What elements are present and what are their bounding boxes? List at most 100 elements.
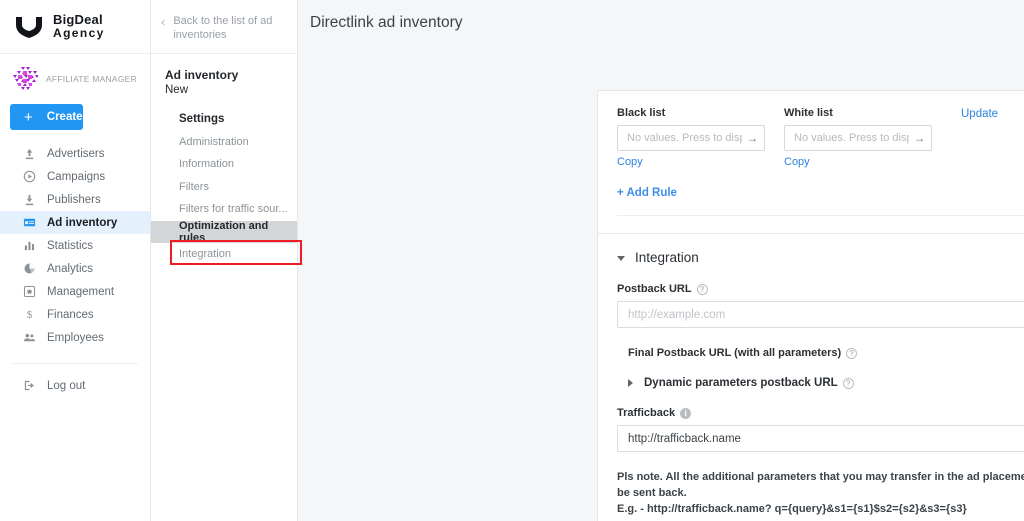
question-circle-icon[interactable]: ? xyxy=(846,348,857,359)
upload-arrow-icon xyxy=(22,147,36,161)
sidebar-item-label: Publishers xyxy=(47,194,101,206)
chevron-left-icon: ‹ xyxy=(161,15,165,28)
sidebar-item-advertisers[interactable]: Advertisers xyxy=(0,142,150,165)
postback-url-input[interactable] xyxy=(617,301,1024,328)
arrow-right-icon: → xyxy=(913,131,924,145)
subnav-subtitle: New xyxy=(165,84,297,96)
trafficback-input[interactable] xyxy=(617,425,1024,452)
sidebar-item-publishers[interactable]: Publishers xyxy=(0,188,150,211)
postback-field: Postback URL ? Final Postback URL (with … xyxy=(598,283,1024,452)
sidebar-item-label: Campaigns xyxy=(47,171,105,183)
sidebar-item-employees[interactable]: Employees xyxy=(0,326,150,349)
subnav-item-filters-traffic-sources[interactable]: Filters for traffic sour... xyxy=(151,198,297,221)
question-circle-icon[interactable]: ? xyxy=(697,284,708,295)
lists-row: Black list No values. Press to displ... … xyxy=(617,107,1024,170)
update-link[interactable]: Update xyxy=(961,108,998,170)
black-list-column: Black list No values. Press to displ... … xyxy=(617,107,784,170)
svg-text:$: $ xyxy=(26,309,31,321)
final-postback-url-label: Final Postback URL (with all parameters)… xyxy=(628,347,1024,359)
back-to-list-label: Back to the list of ad inventories xyxy=(173,14,287,42)
sidebar-item-label: Analytics xyxy=(47,263,93,275)
black-list-input[interactable]: No values. Press to displ... → xyxy=(617,125,765,151)
download-arrow-icon xyxy=(22,193,36,207)
subnav-item-filters[interactable]: Filters xyxy=(151,176,297,199)
sidebar-item-label: Finances xyxy=(47,309,94,321)
subnav-title: Ad inventory xyxy=(165,68,297,82)
app-root: BigDeal Agency xyxy=(0,0,1024,521)
rules-divider xyxy=(617,215,1024,216)
sidebar-item-management[interactable]: Management xyxy=(0,280,150,303)
subnav-list: Settings Administration Information Filt… xyxy=(151,108,297,266)
postback-url-label: Postback URL ? xyxy=(617,283,1024,295)
black-list-label: Black list xyxy=(617,107,784,119)
caret-right-icon xyxy=(628,379,633,387)
question-circle-icon[interactable]: ? xyxy=(843,378,854,389)
integration-section-header[interactable]: Integration xyxy=(598,234,1024,265)
subnav-item-label: Integration xyxy=(179,248,231,260)
trafficback-note-line2: E.g. - http://trafficback.name? q={query… xyxy=(617,501,1024,517)
integration-section-title: Integration xyxy=(635,250,699,265)
sidebar-item-finances[interactable]: $ Finances xyxy=(0,303,150,326)
sidebar-create-button[interactable]: + Create xyxy=(10,104,83,130)
identicon-avatar xyxy=(12,66,38,92)
subnav-item-information[interactable]: Information xyxy=(151,153,297,176)
user-row[interactable]: AFFILIATE MANAGER xyxy=(0,54,150,100)
subnav-item-optimization-and-rules[interactable]: Optimization and rules xyxy=(151,221,297,244)
subnav-item-label: Filters xyxy=(179,181,209,193)
white-list-column: White list No values. Press to displ... … xyxy=(784,107,951,170)
subnav-item-settings[interactable]: Settings xyxy=(151,108,297,131)
final-postback-url-label-text: Final Postback URL (with all parameters) xyxy=(628,347,841,359)
white-list-input[interactable]: No values. Press to displ... → xyxy=(784,125,932,151)
arrow-right-icon: → xyxy=(746,131,757,145)
sidebar-item-label: Ad inventory xyxy=(47,217,117,229)
brand-header[interactable]: BigDeal Agency xyxy=(0,0,150,54)
trafficback-label-text: Trafficback xyxy=(617,407,675,419)
sidebar-divider xyxy=(12,363,138,364)
dynamic-parameters-toggle[interactable]: Dynamic parameters postback URL ? xyxy=(628,377,1024,389)
sidebar-create-label: Create xyxy=(47,111,83,123)
white-list-placeholder: No values. Press to displ... xyxy=(794,132,909,144)
white-list-copy-link[interactable]: Copy xyxy=(784,156,810,168)
sidebar-item-ad-inventory[interactable]: Ad inventory xyxy=(0,211,150,234)
add-rule-link[interactable]: + Add Rule xyxy=(617,187,677,199)
postback-url-label-text: Postback URL xyxy=(617,283,692,295)
subnav-item-administration[interactable]: Administration xyxy=(151,131,297,154)
brand-name-line1: BigDeal xyxy=(53,13,105,28)
play-circle-icon xyxy=(22,170,36,184)
shield-chevron-logo xyxy=(14,14,44,40)
subnav-item-label: Optimization and rules xyxy=(179,220,297,244)
sidebar-item-campaigns[interactable]: Campaigns xyxy=(0,165,150,188)
subnav-item-integration[interactable]: Integration xyxy=(151,243,297,266)
primary-sidebar: BigDeal Agency xyxy=(0,0,151,521)
white-list-label: White list xyxy=(784,107,951,119)
sidebar-item-label: Statistics xyxy=(47,240,93,252)
sidebar-item-statistics[interactable]: Statistics xyxy=(0,234,150,257)
sidebar-item-label: Employees xyxy=(47,332,104,344)
main-content: Directlink ad inventory Black list No va… xyxy=(298,0,1024,521)
settings-square-icon xyxy=(22,285,36,299)
sidebar-item-label: Management xyxy=(47,286,114,298)
people-icon xyxy=(22,331,36,345)
sidebar-item-logout[interactable]: Log out xyxy=(0,374,150,397)
ad-banner-icon xyxy=(22,216,36,230)
dynamic-parameters-label: Dynamic parameters postback URL xyxy=(644,377,838,389)
black-list-copy-link[interactable]: Copy xyxy=(617,156,643,168)
plus-icon: + xyxy=(24,110,33,125)
subnav-item-label: Information xyxy=(179,158,234,170)
sidebar-item-label: Advertisers xyxy=(47,148,105,160)
dollar-icon: $ xyxy=(22,308,36,322)
subnav-header: Ad inventory New xyxy=(151,54,297,96)
user-role-label: AFFILIATE MANAGER xyxy=(46,74,137,84)
lists-section: Black list No values. Press to displ... … xyxy=(598,91,1024,216)
trafficback-note: Pls note. All the additional parameters … xyxy=(598,469,1024,517)
subnav-item-label: Settings xyxy=(179,113,224,125)
trafficback-note-line1: Pls note. All the additional parameters … xyxy=(617,469,1024,501)
logout-arrow-icon xyxy=(22,379,36,393)
subnav-item-label: Filters for traffic sour... xyxy=(179,203,288,215)
brand-name-line2: Agency xyxy=(53,27,105,40)
caret-down-icon xyxy=(617,256,625,261)
info-circle-icon[interactable]: i xyxy=(680,408,691,419)
bar-chart-icon xyxy=(22,239,36,253)
back-to-list-link[interactable]: ‹ Back to the list of ad inventories xyxy=(151,0,297,54)
sidebar-item-analytics[interactable]: Analytics xyxy=(0,257,150,280)
